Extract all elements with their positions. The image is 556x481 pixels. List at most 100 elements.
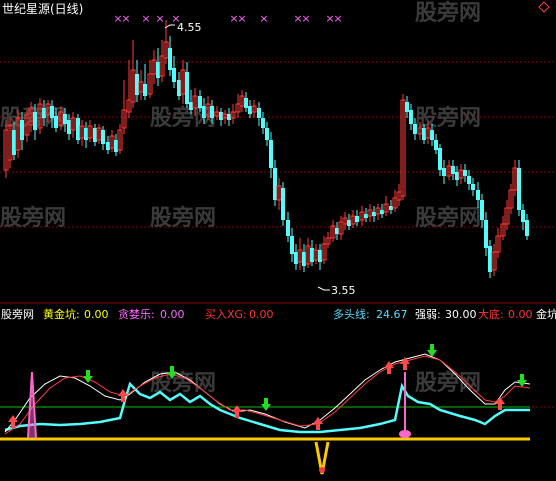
candle-body-down (177, 80, 181, 96)
signal-x-marker: × (301, 12, 310, 25)
candle-body-down (185, 72, 189, 104)
candle-body-down (281, 188, 285, 220)
candle-body-down (143, 84, 147, 96)
signal-x-marker: × (237, 12, 246, 25)
candle-body-down (248, 106, 252, 114)
candle-body-down (335, 228, 339, 234)
candle-body-down (467, 176, 471, 184)
candle-body-down (198, 96, 202, 108)
candle-body-down (294, 252, 298, 264)
candle-body-down (269, 140, 273, 168)
candle-body-down (63, 114, 67, 124)
candle-body-down (202, 106, 206, 118)
indicator-value-gold-pit: 0.00 (84, 308, 109, 321)
indicator-value-bottom: 0.00 (508, 308, 533, 321)
indicator-label-gold-pit-2: 金坑 (536, 307, 556, 321)
watermark-text: 股旁网 (415, 105, 481, 131)
signal-x-marker: × (259, 12, 268, 25)
indicator-value-bull-line: 24.67 (376, 308, 408, 321)
indicator-header: 股旁网 黄金坑: 0.00 贪婪乐: 0.00 买入XG: 0.00 多头线: … (1, 307, 556, 321)
signal-x-marker: × (333, 12, 342, 25)
candle-body-down (93, 128, 97, 142)
candle-body-down (413, 124, 417, 134)
sell-arrow-icon (517, 374, 527, 387)
candle-body-down (76, 118, 80, 140)
watermark-text: 股旁网 (415, 205, 481, 231)
candle-body-down (438, 148, 442, 170)
signal-x-marker: × (155, 12, 164, 25)
watermark-text: 股旁网 (415, 0, 481, 26)
diamond-icon[interactable] (538, 1, 550, 13)
candle-body-down (318, 250, 322, 262)
candle-body-down (189, 102, 193, 110)
candle-body-down (210, 106, 214, 118)
candle-body-down (227, 114, 231, 120)
candle-body-down (521, 210, 525, 222)
candle-body-down (20, 120, 24, 140)
indicator-label-bull-line: 多头线: (333, 307, 370, 321)
signal-x-marker: × (121, 12, 130, 25)
candle-body-down (290, 236, 294, 254)
signal-x-marker: × (141, 12, 150, 25)
chart-stage: 股旁网股旁网股旁网股旁网股旁网股旁网股旁网股旁网股旁网 ××××××××××××… (0, 0, 556, 475)
candle-body-down (106, 142, 110, 150)
candle-body-down (244, 98, 248, 108)
watermark-text: 股旁网 (150, 205, 216, 231)
indicator-label-greed: 贪婪乐: (118, 307, 155, 321)
candle-body-down (355, 216, 359, 222)
candle-body-down (442, 168, 446, 176)
candle-body-down (405, 102, 409, 112)
candle-body-down (42, 108, 46, 118)
candle-body-down (517, 168, 521, 210)
indicator-source: 股旁网 (1, 307, 34, 321)
candle-body-down (476, 190, 480, 200)
candle-body-down (488, 246, 492, 272)
candle-body-down (380, 210, 384, 214)
high-price-label: 4.55 (177, 21, 202, 34)
candle-body-down (273, 168, 277, 200)
chart-title: 世纪星源(日线) (2, 2, 83, 16)
indicator-value-strength: 30.00 (445, 308, 477, 321)
indicator-value-greed: 0.00 (160, 308, 185, 321)
candle-body-down (471, 184, 475, 190)
watermark-text: 股旁网 (415, 370, 481, 396)
candle-body-down (172, 68, 176, 82)
sell-arrow-icon (261, 398, 271, 411)
candle-body-down (12, 130, 16, 155)
candlestick-layer[interactable] (3, 20, 529, 278)
candle-body-down (480, 200, 484, 220)
candle-body-down (409, 110, 413, 124)
buy-arrow-icon (495, 397, 505, 410)
indicator-panel[interactable] (0, 344, 531, 475)
yellow-v-dot (319, 467, 325, 473)
candle-body-down (455, 172, 459, 180)
candle-body-down (156, 62, 160, 78)
candle-body-down (261, 118, 265, 128)
candle-body-down (286, 220, 290, 236)
candle-body-down (114, 140, 118, 152)
candle-body-down (54, 116, 58, 128)
watermark-text: 股旁网 (0, 205, 66, 231)
buy-arrow-icon (400, 357, 410, 370)
candle-body-down (372, 212, 376, 216)
candle-body-down (33, 112, 37, 130)
signal-markers: ×× × × × ×× × ×× ×× (113, 12, 342, 25)
candle-body-down (135, 74, 139, 95)
candle-body-down (422, 128, 426, 140)
candle-body-down (430, 130, 434, 140)
candle-body-down (364, 214, 368, 218)
watermark-layer: 股旁网股旁网股旁网股旁网股旁网股旁网股旁网股旁网股旁网 (0, 0, 481, 396)
candle-body-down (525, 220, 529, 236)
indicator-label-strength: 强弱: (415, 308, 441, 321)
candle-body-down (84, 128, 88, 140)
candle-body-down (302, 252, 306, 266)
candle-body-down (389, 206, 393, 210)
candle-body-down (168, 48, 172, 70)
low-price-label: 3.55 (331, 284, 356, 297)
candle-body-down (50, 106, 54, 118)
candle-body-down (219, 112, 223, 120)
candle-body-down (310, 248, 314, 262)
candle-body-down (451, 166, 455, 174)
indicator-label-buy-xg: 买入XG: (205, 308, 247, 321)
candle-body-down (257, 108, 261, 118)
